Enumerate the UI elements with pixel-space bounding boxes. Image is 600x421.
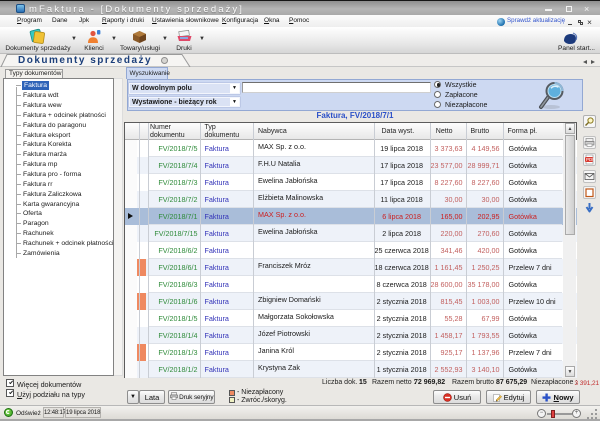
svg-text:PDF: PDF [586, 157, 595, 162]
